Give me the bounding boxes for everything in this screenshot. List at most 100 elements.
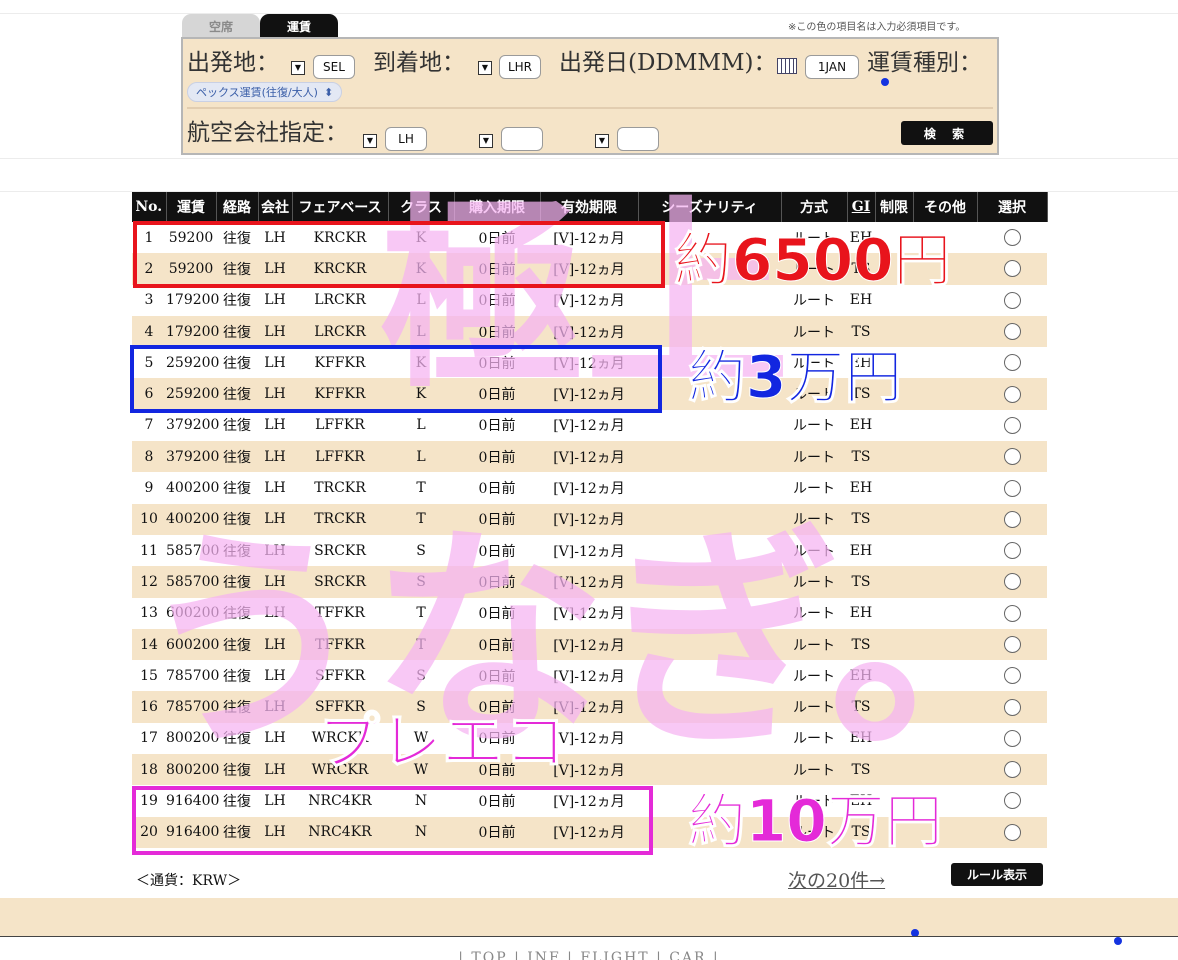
cell-other [913,315,977,348]
table-row: 9 400200 往復 LH TRCKR T 0日前 [V]-12ヵ月 ルート EH [132,472,1047,504]
cell-gi: TS [847,754,875,786]
cell-validity: [V]-12ヵ月 [540,628,638,661]
origin-dropdown-icon[interactable]: ▼ [291,61,305,75]
cell-restriction [875,597,913,629]
cell-restriction [875,409,913,442]
cell-select [977,660,1047,692]
cell-seasonality [638,754,781,786]
select-radio[interactable] [1003,573,1021,591]
cell-gi: TS [847,441,875,473]
select-radio[interactable] [1003,667,1021,685]
calendar-icon[interactable] [777,58,797,74]
cell-validity: [V]-12ヵ月 [540,660,638,692]
airline-1-dropdown-icon[interactable]: ▼ [363,134,377,148]
cell-restriction [875,566,913,598]
cell-fare-basis: TRCKR [292,472,388,504]
cell-gi: EH [847,597,875,629]
cell-carrier: LH [258,409,292,442]
cell-purchase: 0日前 [454,534,540,567]
select-radio[interactable] [1003,823,1021,841]
cell-fare: 400200 [166,503,219,535]
cell-class: L [388,315,454,348]
select-radio[interactable] [1003,260,1021,278]
destination-input[interactable]: LHR [499,55,541,79]
cell-select [977,253,1047,285]
cell-select [977,597,1047,629]
select-radio[interactable] [1003,542,1021,560]
airline-input-2[interactable] [501,127,543,151]
cell-validity: [V]-12ヵ月 [540,503,638,535]
cell-no: 16 [132,691,166,723]
cell-select [977,785,1047,817]
marker-dot [881,78,889,86]
cell-purchase: 0日前 [454,409,540,442]
tab-vacancy[interactable]: 空席 [182,14,260,38]
cell-carrier: LH [258,722,292,755]
select-radio[interactable] [1003,354,1021,372]
required-note: ※この色の項目名は入力必須項目です。 [788,22,966,33]
cell-select [977,534,1047,567]
select-radio[interactable] [1003,510,1021,528]
cell-other [913,378,977,410]
cell-class: L [388,284,454,316]
select-radio[interactable] [1003,604,1021,622]
search-button[interactable]: 検 索 [901,121,993,145]
select-radio[interactable] [1003,479,1021,497]
cell-restriction [875,503,913,535]
cell-class: L [388,409,454,442]
airline-input-3[interactable] [617,127,659,151]
col-header-gi[interactable]: GI [847,192,876,222]
cell-class: S [388,566,454,598]
airline-input-1[interactable]: LH [385,127,427,151]
col-header-method: 方式 [781,192,848,222]
cell-no: 10 [132,503,166,535]
highlight-box-magenta [132,786,653,855]
select-radio[interactable] [1003,761,1021,779]
fare-type-select[interactable]: ペックス運賃(往復/大人) ⬍ [187,82,343,102]
origin-input[interactable]: SEL [313,55,355,79]
destination-label: 到着地： [373,50,465,76]
cell-carrier: LH [258,754,292,786]
date-input[interactable]: 1JAN [805,55,859,79]
select-radio[interactable] [1003,385,1021,403]
tab-fare[interactable]: 運賃 [260,14,338,38]
cell-class: T [388,597,454,629]
cell-other [913,628,977,661]
panel-rule [0,158,1178,159]
cell-carrier: LH [258,597,292,629]
cell-no: 14 [132,628,166,661]
select-radio[interactable] [1003,416,1021,434]
cell-restriction [875,441,913,473]
cell-purchase: 0日前 [454,597,540,629]
cell-method: ルート [781,441,847,473]
select-radio[interactable] [1003,792,1021,810]
cell-select [977,722,1047,755]
select-radio[interactable] [1003,636,1021,653]
select-radio[interactable] [1003,291,1021,309]
select-radio[interactable] [1003,323,1021,341]
cell-route: 往復 [216,660,258,692]
cell-route: 往復 [216,441,258,473]
destination-dropdown-icon[interactable]: ▼ [478,61,492,75]
cell-gi: EH [847,534,875,567]
airline-3-dropdown-icon[interactable]: ▼ [595,134,609,148]
rule-display-button[interactable]: ルール表示 [951,863,1043,886]
select-radio[interactable] [1003,698,1021,716]
select-radio[interactable] [1003,448,1021,466]
cell-gi: EH [847,409,875,442]
cell-other [913,472,977,504]
cell-other [913,597,977,629]
cell-carrier: LH [258,691,292,723]
cell-restriction [875,722,913,755]
next-page-link[interactable]: 次の20件→ [788,866,885,893]
cell-gi: TS [847,691,875,723]
footer-nav[interactable]: | TOP | INF | FLIGHT | CAR | [0,950,1178,960]
cell-fare: 379200 [166,409,219,442]
cell-purchase: 0日前 [454,628,540,661]
col-header-fare-basis: フェアベース [292,192,389,222]
select-radio[interactable] [1003,229,1021,247]
select-radio[interactable] [1003,729,1021,747]
cell-class: S [388,534,454,567]
airline-2-dropdown-icon[interactable]: ▼ [479,134,493,148]
col-header-no: No. [132,192,167,222]
